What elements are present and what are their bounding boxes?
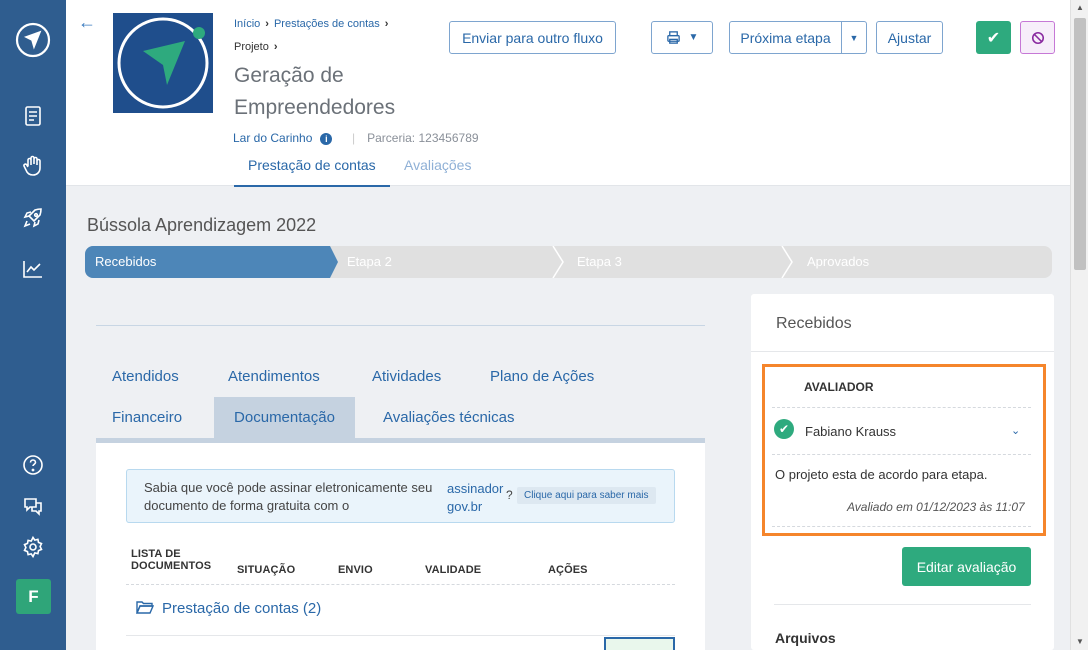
evaluation-date: Avaliado em 01/12/2023 às 11:07 [847, 500, 1025, 514]
breadcrumb-project-label: Projeto [234, 41, 269, 53]
side-panel-title: Recebidos [776, 315, 852, 332]
link-line2[interactable]: gov.br [447, 499, 482, 514]
content-divider [96, 325, 705, 326]
page-title: Geração de Empreendedores [234, 64, 396, 119]
workflow-stepper: Recebidos Etapa 2 Etapa 3 Aprovados [85, 246, 1052, 278]
help-icon[interactable] [18, 450, 48, 480]
folder-row[interactable]: Prestação de contas (2) [135, 600, 321, 617]
section-title: Bússola Aprendizagem 2022 [87, 215, 317, 235]
breadcrumb-home[interactable]: Início [234, 18, 260, 30]
scrollbar[interactable]: ▲ ▼ [1070, 0, 1088, 650]
step-etapa-3[interactable]: Etapa 3 [577, 246, 622, 278]
scroll-thumb[interactable] [1074, 18, 1086, 270]
step-aprovados[interactable]: Aprovados [807, 246, 869, 278]
table-header-divider [126, 584, 675, 585]
document-status-cell [604, 637, 675, 650]
step-etapa-2[interactable]: Etapa 2 [347, 246, 392, 278]
organization-label[interactable]: Lar do Carinho [233, 131, 312, 145]
govbr-signer-link[interactable]: assinador gov.br [447, 480, 503, 516]
tab-avaliacoes[interactable]: Avaliações [404, 157, 471, 173]
chevron-down-icon[interactable]: ⌄ [1011, 424, 1020, 437]
partnership-label: Parceria: 123456789 [367, 131, 479, 145]
sidebar: F [0, 0, 66, 650]
hand-heart-icon[interactable] [18, 151, 48, 181]
dashed-divider [772, 407, 1031, 408]
tab-prestacao-de-contas[interactable]: Prestação de contas [234, 157, 390, 187]
partnership-info: | Parceria: 123456789 [352, 131, 479, 145]
back-arrow-icon[interactable]: ← [78, 12, 96, 33]
learn-more-button[interactable]: Clique aqui para saber mais [517, 487, 656, 504]
settings-icon[interactable] [18, 532, 48, 562]
evaluator-name: Fabiano Krauss [805, 424, 897, 439]
breadcrumb-accountability[interactable]: Prestações de contas [274, 18, 380, 30]
folder-label[interactable]: Prestação de contas (2) [162, 600, 321, 617]
chat-icon[interactable] [18, 491, 48, 521]
send-to-flow-button[interactable]: Enviar para outro fluxo [449, 21, 616, 54]
th-document-list: LISTA DE DOCUMENTOS [131, 548, 211, 572]
alert-text-line1: Sabia que você pode assinar eletronicame… [144, 480, 433, 495]
edit-evaluation-button[interactable]: Editar avaliação [902, 547, 1031, 586]
project-logo [113, 13, 213, 113]
row-divider [126, 635, 675, 636]
chart-line-icon[interactable] [18, 254, 48, 284]
tab-documentacao[interactable]: Documentação [214, 397, 355, 438]
step-chevron [552, 246, 564, 278]
next-step-dropdown[interactable]: ▼ [841, 21, 867, 54]
th-validity: VALIDADE [425, 564, 482, 576]
dashed-divider [772, 454, 1031, 455]
th-line1: LISTA DE [131, 548, 181, 560]
approve-button[interactable]: ✔ [976, 21, 1011, 54]
printer-icon [666, 31, 680, 44]
caret-down-icon: ▼ [849, 32, 859, 43]
tab-atividades[interactable]: Atividades [372, 368, 441, 385]
check-icon: ✔ [986, 29, 1001, 47]
adjust-button[interactable]: Ajustar [876, 21, 943, 54]
tab-atendimentos[interactable]: Atendimentos [228, 368, 320, 385]
tab-financeiro[interactable]: Financeiro [112, 409, 182, 426]
organization-link[interactable]: Lar do Carinho i [233, 131, 333, 145]
signature-info-alert: Sabia que você pode assinar eletronicame… [126, 469, 675, 523]
scroll-up-arrow[interactable]: ▲ [1075, 3, 1085, 13]
th-line2: DOCUMENTOS [131, 560, 212, 572]
dashed-divider [772, 526, 1031, 527]
th-status: SITUAÇÃO [237, 564, 296, 576]
tab-avaliacoes-tecnicas[interactable]: Avaliações técnicas [383, 409, 514, 426]
th-actions: AÇÕES [548, 564, 588, 576]
files-section-title: Arquivos [775, 630, 836, 646]
scroll-down-arrow[interactable]: ▼ [1075, 637, 1085, 647]
print-dropdown-button[interactable]: ▼ [651, 21, 713, 54]
alert-question-mark: ? [506, 488, 513, 502]
tab-plano-de-acoes[interactable]: Plano de Ações [490, 368, 594, 385]
document-icon[interactable] [18, 101, 48, 131]
reject-button[interactable] [1020, 21, 1055, 54]
alert-text-line2: documento de forma gratuita com o [144, 498, 350, 513]
info-icon[interactable]: i [320, 132, 333, 145]
link-line1[interactable]: assinador [447, 481, 503, 496]
side-divider [751, 351, 1054, 352]
next-step-button[interactable]: Próxima etapa [729, 21, 842, 54]
chevron-down-icon: ▼ [688, 32, 699, 43]
folder-open-icon [135, 601, 155, 614]
user-avatar[interactable]: F [16, 579, 51, 614]
step-recebidos[interactable]: Recebidos [85, 246, 338, 278]
step-chevron [781, 246, 793, 278]
tab-atendidos[interactable]: Atendidos [112, 368, 179, 385]
rocket-icon[interactable] [18, 203, 48, 233]
evaluation-comment: O projeto esta de acordo para etapa. [775, 467, 988, 482]
navigation-logo-icon[interactable] [15, 22, 51, 58]
evaluator-header: AVALIADOR [804, 380, 874, 394]
block-icon [1031, 31, 1044, 44]
th-send: ENVIO [338, 564, 373, 576]
breadcrumb: Início › Prestações de contas › [234, 18, 389, 30]
breadcrumb-project: Projeto › [234, 41, 278, 53]
side-divider [774, 604, 1031, 605]
check-circle-icon: ✔ [774, 419, 794, 439]
